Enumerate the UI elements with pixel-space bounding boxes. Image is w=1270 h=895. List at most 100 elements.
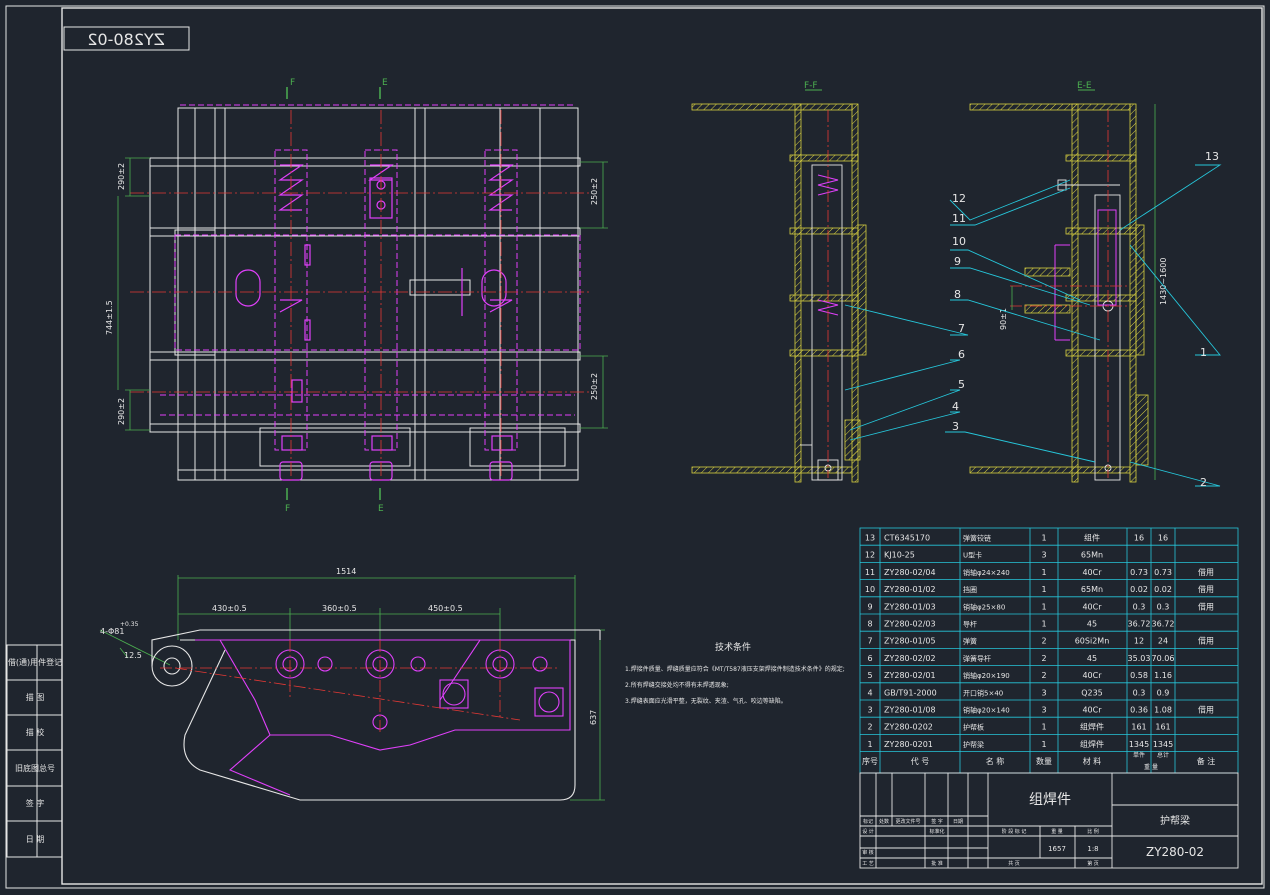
bom-cell-w2: 1.08 [1154,706,1172,715]
title-part-name: 护帮梁 [1160,814,1190,827]
bom-cell-no: 11 [865,568,875,577]
bom-cell-name: 护帮梁 [963,740,984,749]
bom-cell-mat: Q235 [1081,688,1103,697]
tb-weight-label: 重 量 [1051,828,1063,835]
side-view: 1514 430±0.5 360±0.5 450±0.5 637 4-Φ81 +… [99,567,605,801]
bom-h-no: 序号 [862,756,878,766]
bom-cell-name: 护帮板 [963,723,984,732]
bom-cell-w2: 24 [1158,637,1168,646]
leader-13: 13 [1205,150,1219,163]
bom-cell-no: 10 [865,585,875,594]
strip-label: 旧底图总号 [15,763,55,773]
tb-checker: 审 核 [862,849,874,856]
tb-sheet: 第 页 [1087,860,1099,867]
bom-cell-no: 4 [867,688,872,697]
dim-290-top: 290±2 [117,163,126,190]
leader-4: 4 [952,400,959,413]
bom-cell-mat: 45 [1087,654,1097,663]
bom-cell-qty: 2 [1041,654,1046,663]
leader-2: 2 [1200,476,1207,489]
bom-cell-mat: 65Mn [1081,585,1103,594]
bom-cell-no: 5 [867,671,872,680]
bom-cell-w2: 161 [1155,723,1170,732]
bom-cell-qty: 1 [1041,723,1046,732]
tb-h-change: 更改文件号 [895,818,920,825]
bom-cell-qty: 1 [1041,740,1046,749]
strip-label: 借(通)用件登记 [8,657,62,667]
bom-row: 4 GB/T91-2000 开口销5×40 3 Q235 0.3 0.9 [867,688,1169,697]
bom-cell-w2: 16 [1158,534,1168,543]
inner-frame [61,7,1263,885]
dim-450: 450±0.5 [428,604,463,613]
mirrored-code-box: ZY280-02 [63,26,190,51]
bom-cell-code: ZY280-02/04 [884,568,936,577]
bom-cell-w2: 70.06 [1152,654,1175,663]
bom-cell-name: 开口销5×40 [963,688,1003,697]
tb-h-mark: 标记 [863,818,873,825]
bom-cell-mat: 60Si2Mn [1075,637,1110,646]
leader-5: 5 [958,378,965,391]
leader-3: 3 [952,420,959,433]
bom-cell-w2: 36.72 [1152,620,1175,629]
bom-row: 11 ZY280-02/04 销轴φ24×240 1 40Cr 0.73 0.73 借用 [865,567,1214,577]
ff-view: F-F [691,81,867,483]
leader-11: 11 [952,212,966,225]
bom-cell-no: 3 [867,706,872,715]
bom-cell-no: 1 [867,740,872,749]
bom-cell-w1: 161 [1131,723,1146,732]
dim-637: 637 [589,710,598,725]
bom-h-mat: 材 料 [1083,756,1102,766]
bom-h-weight: 重 量 [1144,763,1158,771]
bom-cell-code: ZY280-0201 [884,740,933,749]
dim-360: 360±0.5 [322,604,357,613]
dim-1430: 1430~1600 [1159,258,1168,305]
bom-cell-name: 销轴φ20×190 [963,671,1010,680]
bom-cell-qty: 2 [1041,637,1046,646]
tb-approve: 批 准 [931,860,943,867]
bom-h-code: 代 号 [911,756,930,766]
bom-h-note: 备 注 [1197,756,1216,766]
bom-cell-qty: 2 [1041,671,1046,680]
bom-cell-mat: 组焊件 [1080,739,1104,749]
tech-requirements: 技术条件 1.焊接件质量、焊缝质量应符合《MT/T587液压支架焊接件制造技术条… [625,641,845,705]
leader-8: 8 [954,288,961,301]
bom-cell-w1: 35.03 [1128,654,1151,663]
bom-cell-code: ZY280-01/05 [884,637,936,646]
bom-cell-note: 借用 [1198,584,1214,594]
bom-cell-qty: 3 [1041,706,1046,715]
bom-header: 序号 代 号 名 称 数量 材 料 单件 总计 重 量 备 注 [862,751,1215,771]
bom-row: 5 ZY280-02/01 销轴φ20×190 2 40Cr 0.58 1.16 [867,671,1171,680]
bom-cell-code: ZY280-02/03 [884,620,936,629]
bom-cell-w2: 1.16 [1154,671,1172,680]
bom-cell-w1: 1345 [1129,740,1149,749]
section-marks [286,87,381,500]
bom-row: 2 ZY280-0202 护帮板 1 组焊件 161 161 [867,722,1170,732]
title-block: 组焊件 护帮梁 ZY280-02 1657 1:8 标记 处数 更改文件号 签 … [859,772,1239,869]
tech-line-1: 1.焊接件质量、焊缝质量应符合《MT/T587液压支架焊接件制造技术条件》的规定… [625,665,845,673]
bom-cell-mat: 40Cr [1082,602,1102,611]
bom-cell-qty: 1 [1041,534,1046,543]
bom-cell-code: CT6345170 [884,534,930,543]
tb-designer: 设 计 [862,828,874,835]
bom-cell-name: U型卡 [963,551,982,560]
bom-cell-name: 导杆 [963,620,977,629]
bom-cell-w2: 0.9 [1157,688,1170,697]
leader-lines [844,164,1222,487]
strip-label: 描 图 [26,692,45,702]
bom-cell-mat: 组焊件 [1080,722,1104,732]
hole-note: 4-Φ81 [100,627,124,636]
tb-sheets: 共 页 [1008,860,1020,867]
bom-h-total: 总计 [1157,751,1169,759]
bom-cell-w1: 12 [1134,637,1144,646]
bom-cell-w1: 0.3 [1133,602,1146,611]
dim-1514: 1514 [336,567,356,576]
bom-row: 6 ZY280-02/02 弹簧导杆 2 45 35.03 70.06 [867,654,1174,663]
bom-cell-qty: 3 [1041,551,1046,560]
bom-h-qty: 数量 [1036,756,1052,766]
bom-cell-name: 销轴φ25×80 [963,602,1005,611]
leader-10: 10 [952,235,966,248]
section-e-bottom: E [378,504,384,514]
dim-12-5: 12.5 [124,651,142,660]
bom-cell-name: 弹簧导杆 [963,654,991,663]
bom-cell-no: 6 [867,654,872,663]
